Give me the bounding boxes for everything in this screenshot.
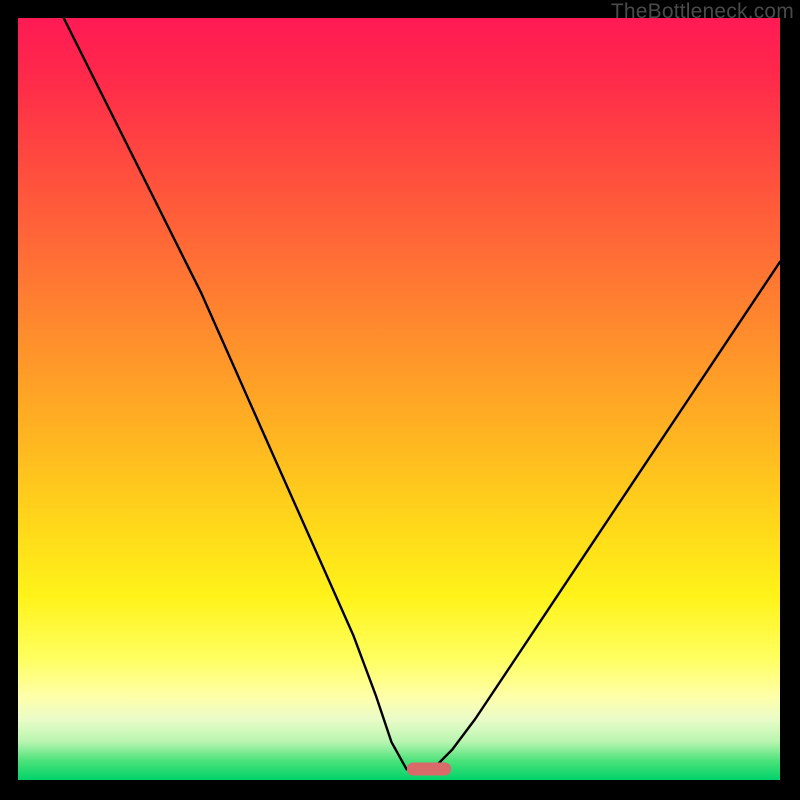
watermark-text: TheBottleneck.com xyxy=(611,0,794,24)
minimum-marker xyxy=(407,763,451,776)
plot-area xyxy=(18,18,780,780)
chart-frame: TheBottleneck.com xyxy=(0,0,800,800)
curve-line xyxy=(64,18,780,769)
bottleneck-curve xyxy=(18,18,780,780)
